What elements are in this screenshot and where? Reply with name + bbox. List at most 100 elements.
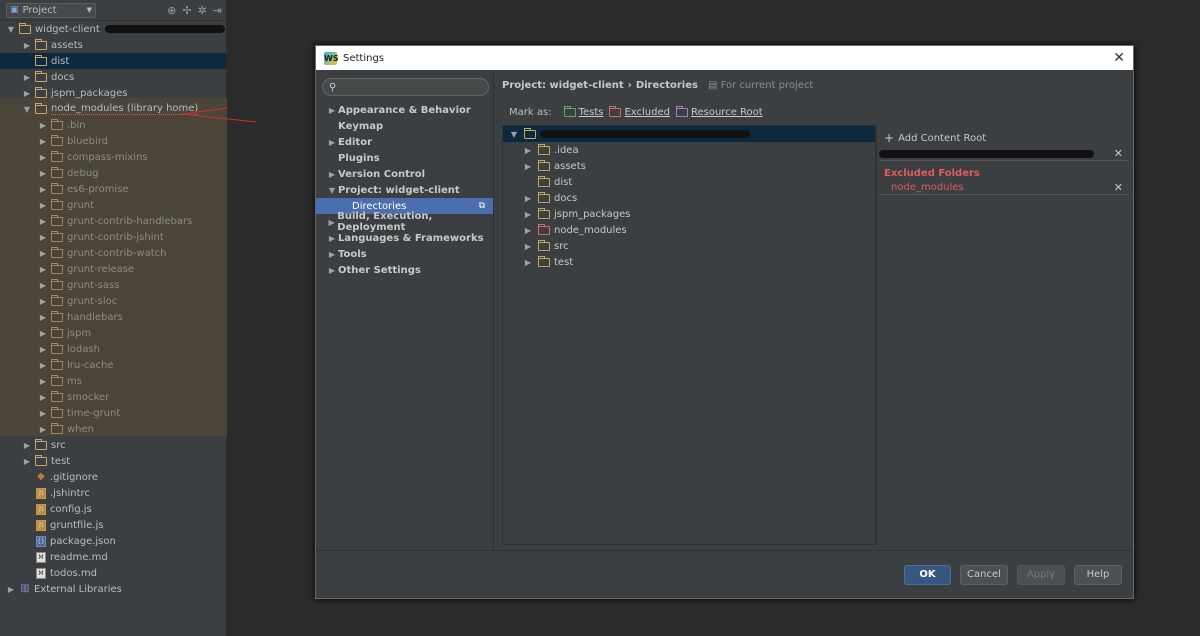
add-content-root-button[interactable]: + Add Content Root: [884, 131, 986, 145]
chevron-right-icon[interactable]: ▶: [521, 226, 535, 235]
help-button[interactable]: Help: [1074, 565, 1122, 585]
mark-excluded-button[interactable]: Excluded: [609, 106, 670, 118]
chevron-right-icon[interactable]: ▶: [521, 258, 535, 267]
nav-item-project-widget-client[interactable]: ▼ Project: widget-client: [316, 182, 493, 198]
tree-node[interactable]: ▶ grunt-sloc: [0, 293, 226, 309]
tree-file[interactable]: ◆ .gitignore: [0, 469, 226, 485]
chevron-right-icon[interactable]: ▶: [38, 361, 48, 370]
chevron-right-icon[interactable]: ▶: [38, 377, 48, 386]
project-view-selector[interactable]: ▣ Project ▼: [6, 2, 96, 18]
remove-excluded-icon[interactable]: ✕: [1114, 181, 1123, 194]
chevron-right-icon[interactable]: ▶: [38, 201, 48, 210]
chevron-right-icon[interactable]: ▶: [38, 249, 48, 258]
tree-node[interactable]: ▶ grunt: [0, 197, 226, 213]
tree-node[interactable]: ▶ lodash: [0, 341, 226, 357]
chevron-right-icon[interactable]: ▶: [38, 169, 48, 178]
nav-item-keymap[interactable]: Keymap: [316, 118, 493, 134]
nav-item-other-settings[interactable]: ▶ Other Settings: [316, 262, 493, 278]
nav-item-plugins[interactable]: Plugins: [316, 150, 493, 166]
dir-tree-node[interactable]: ▶ src: [503, 238, 875, 254]
tree-node[interactable]: ▶ grunt-release: [0, 261, 226, 277]
content-root-row[interactable]: ▼: [503, 126, 875, 142]
tree-node[interactable]: ▶ smocker: [0, 389, 226, 405]
ok-button[interactable]: OK: [904, 565, 951, 585]
nav-item-version-control[interactable]: ▶ Version Control: [316, 166, 493, 182]
tree-root[interactable]: ▼ widget-client: [0, 21, 226, 37]
apply-button[interactable]: Apply: [1017, 565, 1065, 585]
target-icon[interactable]: ⊕: [167, 4, 176, 17]
chevron-right-icon[interactable]: ▶: [521, 194, 535, 203]
tree-node[interactable]: ▶ bluebird: [0, 133, 226, 149]
dir-tree-node[interactable]: ▶ docs: [503, 190, 875, 206]
tree-node[interactable]: ▶ es6-promise: [0, 181, 226, 197]
chevron-right-icon[interactable]: ▶: [521, 242, 535, 251]
chevron-right-icon[interactable]: ▶: [521, 162, 535, 171]
nav-item-languages-frameworks[interactable]: ▶ Languages & Frameworks: [316, 230, 493, 246]
tree-file[interactable]: JS gruntfile.js: [0, 517, 226, 533]
chevron-right-icon[interactable]: ▶: [38, 153, 48, 162]
tree-node[interactable]: ▶ when: [0, 421, 226, 437]
chevron-right-icon[interactable]: ▶: [38, 297, 48, 306]
gear-icon[interactable]: ✲: [198, 4, 207, 17]
chevron-right-icon[interactable]: ▶: [38, 137, 48, 146]
chevron-down-icon[interactable]: ▼: [507, 130, 521, 139]
tree-file[interactable]: Mtodos.md: [0, 565, 226, 581]
dir-tree-node[interactable]: ▶ node_modules: [503, 222, 875, 238]
chevron-right-icon[interactable]: ▶: [6, 585, 16, 594]
tree-node[interactable]: ▶ grunt-contrib-jshint: [0, 229, 226, 245]
tree-node[interactable]: ▶ jspm: [0, 325, 226, 341]
chevron-right-icon[interactable]: ▶: [38, 345, 48, 354]
chevron-right-icon[interactable]: ▶: [521, 146, 535, 155]
tree-node[interactable]: ▶ docs: [0, 69, 226, 85]
tree-node[interactable]: ▶ time-grunt: [0, 405, 226, 421]
mark-tests-button[interactable]: Tests: [563, 106, 603, 118]
mark-resource-root-button[interactable]: Resource Root: [675, 106, 763, 118]
nav-item-tools[interactable]: ▶ Tools: [316, 246, 493, 262]
tree-node[interactable]: ▶ ms: [0, 373, 226, 389]
tree-external-libraries[interactable]: ▶ ▥ External Libraries: [0, 581, 226, 597]
tree-node[interactable]: ▶ grunt-contrib-handlebars: [0, 213, 226, 229]
chevron-right-icon[interactable]: ▶: [22, 73, 32, 82]
chevron-right-icon[interactable]: ▶: [38, 393, 48, 402]
close-icon[interactable]: ✕: [1113, 50, 1125, 66]
chevron-right-icon[interactable]: ▶: [22, 441, 32, 450]
tree-node[interactable]: ▶ debug: [0, 165, 226, 181]
chevron-right-icon[interactable]: ▶: [22, 89, 32, 98]
nav-item-editor[interactable]: ▶ Editor: [316, 134, 493, 150]
chevron-right-icon[interactable]: ▶: [38, 121, 48, 130]
tree-file[interactable]: Mreadme.md: [0, 549, 226, 565]
tree-node[interactable]: ▶ src: [0, 437, 226, 453]
tree-node[interactable]: ▶ grunt-sass: [0, 277, 226, 293]
chevron-right-icon[interactable]: ▶: [38, 217, 48, 226]
remove-content-root-icon[interactable]: ✕: [1114, 147, 1123, 160]
tree-node[interactable]: ▶ lru-cache: [0, 357, 226, 373]
tree-node[interactable]: ▶ grunt-contrib-watch: [0, 245, 226, 261]
tree-node[interactable]: dist: [0, 53, 226, 69]
chevron-right-icon[interactable]: ▶: [38, 313, 48, 322]
dir-tree-node[interactable]: ▶ test: [503, 254, 875, 270]
chevron-right-icon[interactable]: ▶: [38, 409, 48, 418]
collapse-icon[interactable]: ✢: [182, 4, 191, 17]
tree-node[interactable]: ▶ jspm_packages: [0, 85, 226, 101]
nav-item-appearance-behavior[interactable]: ▶ Appearance & Behavior: [316, 102, 493, 118]
dir-tree-node[interactable]: dist: [503, 174, 875, 190]
chevron-right-icon[interactable]: ▶: [22, 41, 32, 50]
chevron-right-icon[interactable]: ▶: [38, 233, 48, 242]
tree-node[interactable]: ▶ handlebars: [0, 309, 226, 325]
chevron-right-icon[interactable]: ▶: [38, 329, 48, 338]
tree-node[interactable]: ▶ assets: [0, 37, 226, 53]
cancel-button[interactable]: Cancel: [960, 565, 1008, 585]
tree-node[interactable]: ▶ test: [0, 453, 226, 469]
nav-item-build-execution-deployment[interactable]: ▶ Build, Execution, Deployment: [316, 211, 493, 233]
chevron-down-icon[interactable]: ▼: [6, 25, 16, 34]
tree-file[interactable]: JS .jshintrc: [0, 485, 226, 501]
chevron-right-icon[interactable]: ▶: [521, 210, 535, 219]
chevron-right-icon[interactable]: ▶: [38, 281, 48, 290]
dir-tree-node[interactable]: ▶ jspm_packages: [503, 206, 875, 222]
chevron-right-icon[interactable]: ▶: [38, 265, 48, 274]
hide-icon[interactable]: ⇥: [213, 4, 222, 17]
chevron-right-icon[interactable]: ▶: [38, 425, 48, 434]
chevron-down-icon[interactable]: ▼: [22, 105, 32, 114]
chevron-right-icon[interactable]: ▶: [38, 185, 48, 194]
settings-search-input[interactable]: ⚲: [322, 78, 489, 96]
